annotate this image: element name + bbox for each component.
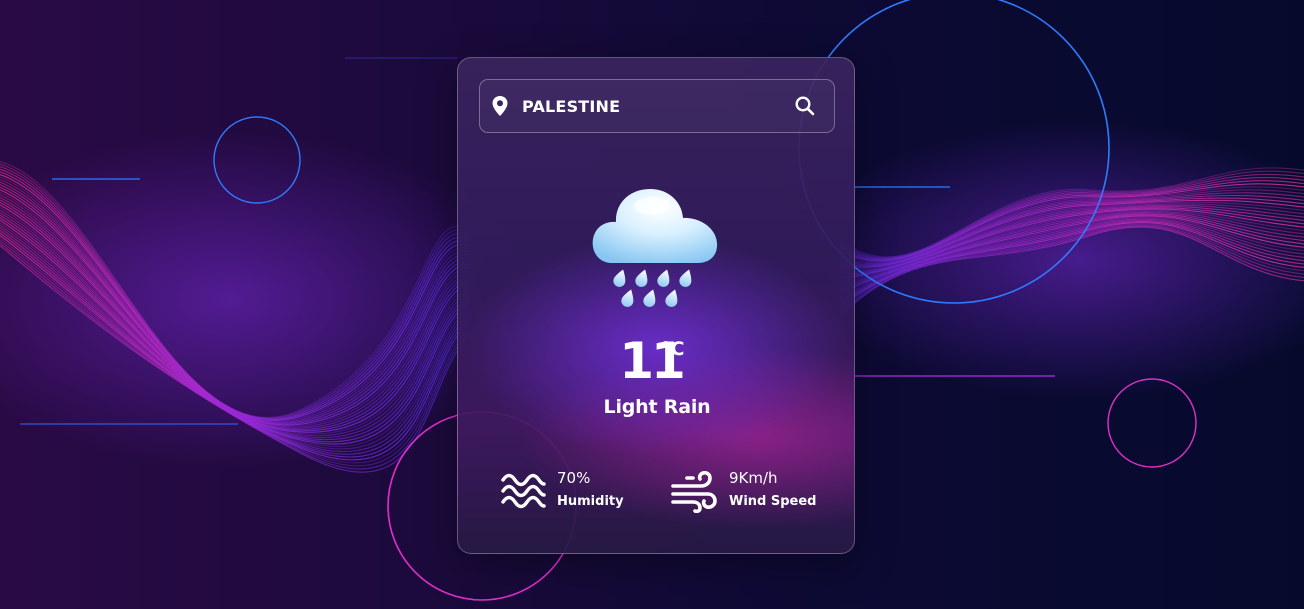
wind-label: Wind Speed (729, 494, 817, 509)
weather-description: Light Rain (603, 396, 711, 418)
search-icon[interactable] (793, 94, 817, 118)
wind-value: 9Km/h (729, 469, 778, 487)
location-pin-icon (492, 96, 508, 116)
wind-icon (671, 471, 717, 513)
location-search-input[interactable] (522, 90, 782, 122)
humidity-stat: 70% Humidity (500, 466, 640, 516)
humidity-label: Humidity (557, 494, 624, 509)
cloud-rain-icon (592, 189, 718, 307)
humidity-value: 70% (557, 469, 591, 487)
search-bar (479, 79, 835, 133)
temperature-unit: °C (661, 338, 685, 360)
weather-card: 11 °C Light Rain 70% Humidity 9Km/h Wind… (457, 57, 855, 554)
waves-icon (501, 473, 546, 509)
temperature-display: 11 °C (458, 332, 854, 390)
wind-stat: 9Km/h Wind Speed (671, 466, 831, 516)
